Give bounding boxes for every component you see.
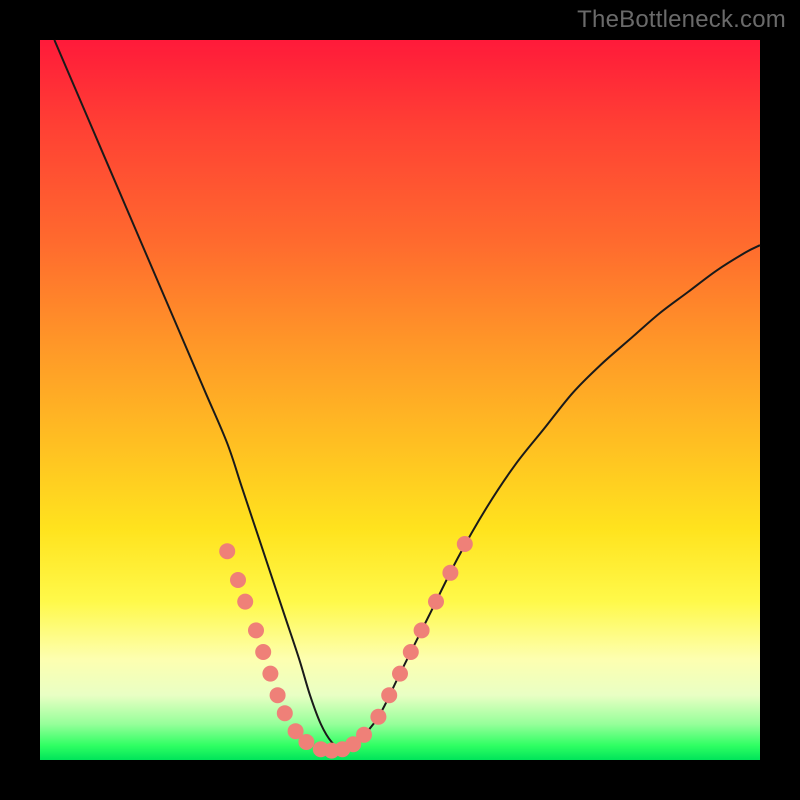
curve-marker <box>270 687 286 703</box>
curve-marker <box>392 666 408 682</box>
curve-marker <box>428 594 444 610</box>
curve-marker <box>262 666 278 682</box>
curve-marker <box>403 644 419 660</box>
curve-marker <box>370 709 386 725</box>
curve-marker <box>230 572 246 588</box>
curve-markers <box>219 536 473 759</box>
curve-marker <box>457 536 473 552</box>
curve-marker <box>277 705 293 721</box>
curve-marker <box>414 622 430 638</box>
curve-marker <box>356 727 372 743</box>
curve-marker <box>255 644 271 660</box>
plot-area <box>40 40 760 760</box>
bottleneck-curve <box>54 40 760 749</box>
curve-marker <box>237 594 253 610</box>
curve-marker <box>442 565 458 581</box>
curve-marker <box>381 687 397 703</box>
curve-marker <box>248 622 264 638</box>
chart-frame: TheBottleneck.com <box>0 0 800 800</box>
watermark-text: TheBottleneck.com <box>577 6 786 34</box>
curve-marker <box>298 734 314 750</box>
curve-svg <box>40 40 760 760</box>
curve-marker <box>219 543 235 559</box>
